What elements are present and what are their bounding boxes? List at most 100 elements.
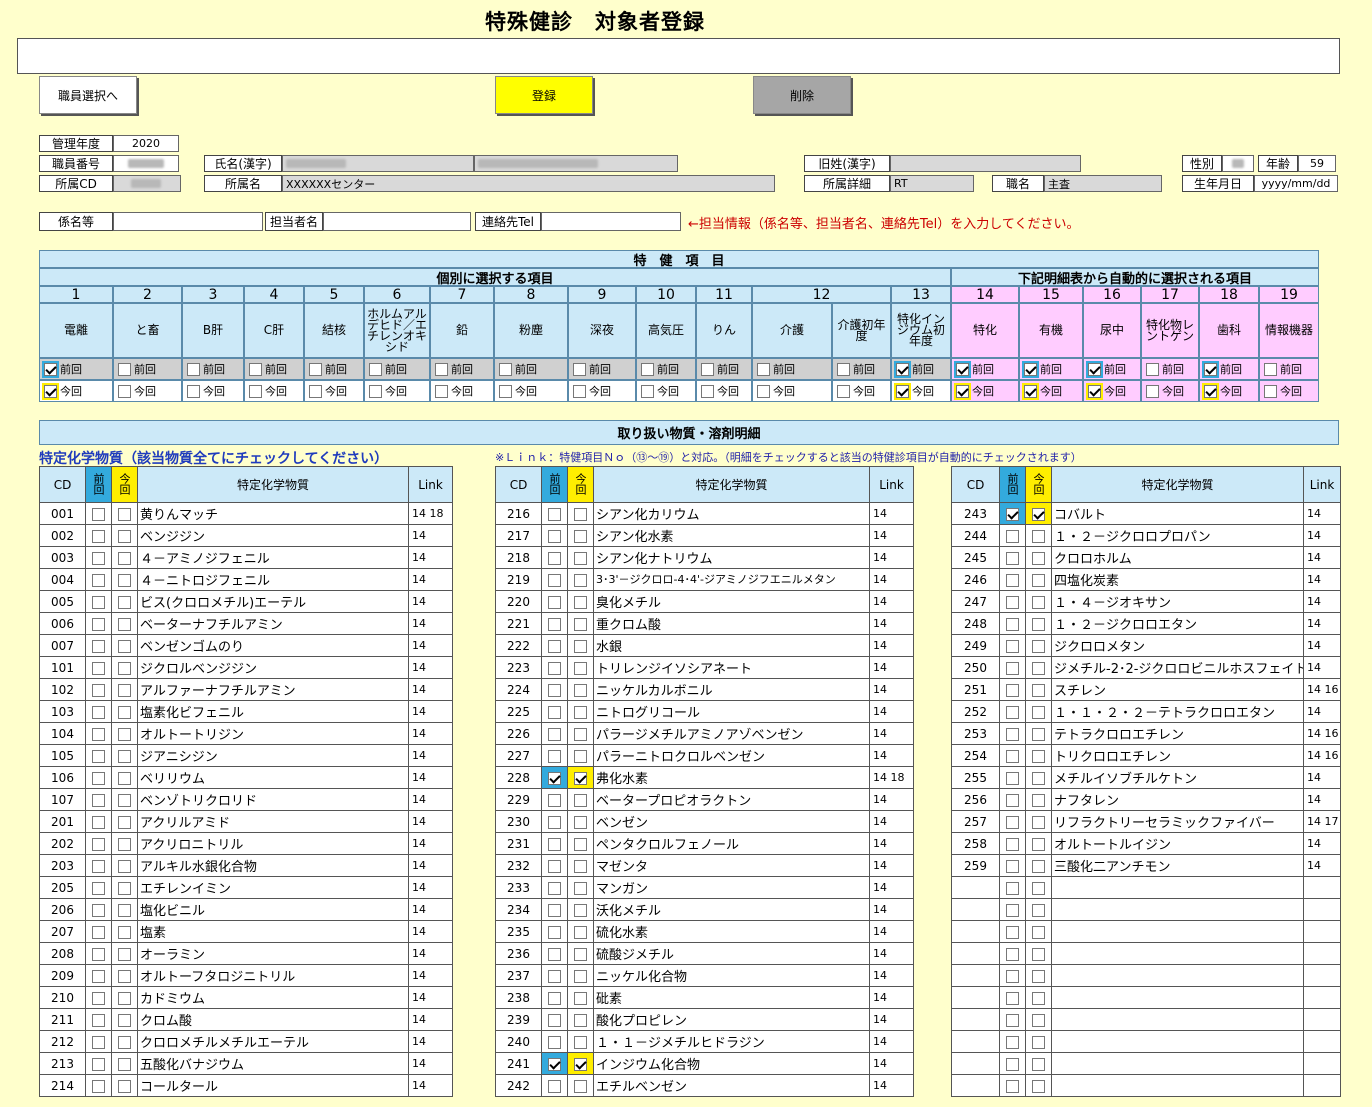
checkbox-icon[interactable] bbox=[92, 705, 105, 719]
checkbox-icon[interactable] bbox=[1006, 793, 1019, 807]
checkbox-icon[interactable] bbox=[574, 991, 587, 1005]
checkbox-icon[interactable] bbox=[548, 793, 561, 807]
checkbox-icon[interactable] bbox=[1088, 362, 1101, 376]
substance-cur-checkbox[interactable] bbox=[111, 1008, 138, 1031]
checkbox-icon[interactable] bbox=[92, 1057, 105, 1071]
substance-cur-checkbox[interactable] bbox=[111, 1052, 138, 1075]
checkbox-icon[interactable] bbox=[574, 705, 587, 719]
checkbox-icon[interactable] bbox=[1006, 661, 1019, 675]
substance-prev-checkbox[interactable] bbox=[541, 678, 568, 701]
substance-prev-checkbox[interactable] bbox=[999, 1052, 1026, 1075]
checkbox-icon[interactable] bbox=[641, 384, 654, 398]
substance-cur-checkbox[interactable] bbox=[1025, 502, 1052, 525]
checkbox-icon[interactable] bbox=[369, 362, 382, 376]
substance-cur-checkbox[interactable] bbox=[567, 876, 594, 899]
checkbox-icon[interactable] bbox=[574, 771, 587, 785]
checkbox-icon[interactable] bbox=[92, 727, 105, 741]
substance-prev-checkbox[interactable] bbox=[85, 1052, 112, 1075]
checkbox-icon[interactable] bbox=[1006, 529, 1019, 543]
checkbox-icon[interactable] bbox=[369, 384, 382, 398]
substance-prev-checkbox[interactable] bbox=[999, 810, 1026, 833]
substance-cur-checkbox[interactable] bbox=[111, 656, 138, 679]
checkbox-icon[interactable] bbox=[1032, 683, 1045, 697]
checkbox-icon[interactable] bbox=[1032, 903, 1045, 917]
substance-prev-checkbox[interactable] bbox=[85, 832, 112, 855]
checkbox-icon[interactable] bbox=[1032, 947, 1045, 961]
checkbox-icon[interactable] bbox=[44, 384, 57, 398]
checkbox-icon[interactable] bbox=[118, 1035, 131, 1049]
checkbox-icon[interactable] bbox=[92, 815, 105, 829]
substance-cur-checkbox[interactable] bbox=[111, 876, 138, 899]
checkbox-icon[interactable] bbox=[548, 1057, 561, 1071]
substance-prev-checkbox[interactable] bbox=[85, 524, 112, 547]
substance-cur-checkbox[interactable] bbox=[111, 568, 138, 591]
substance-cur-checkbox[interactable] bbox=[567, 810, 594, 833]
checkbox-icon[interactable] bbox=[573, 384, 586, 398]
substance-cur-checkbox[interactable] bbox=[1025, 1008, 1052, 1031]
checkbox-icon[interactable] bbox=[1032, 815, 1045, 829]
substance-prev-checkbox[interactable] bbox=[999, 744, 1026, 767]
tokken-prev-12a[interactable]: 前回 bbox=[752, 358, 832, 380]
checkbox-icon[interactable] bbox=[1032, 705, 1045, 719]
checkbox-icon[interactable] bbox=[92, 1035, 105, 1049]
substance-cur-checkbox[interactable] bbox=[567, 546, 594, 569]
checkbox-icon[interactable] bbox=[118, 683, 131, 697]
substance-prev-checkbox[interactable] bbox=[85, 810, 112, 833]
substance-prev-checkbox[interactable] bbox=[541, 568, 568, 591]
substance-cur-checkbox[interactable] bbox=[111, 832, 138, 855]
checkbox-icon[interactable] bbox=[118, 1079, 131, 1093]
tokken-cur-18[interactable]: 今回 bbox=[1199, 380, 1259, 402]
substance-prev-checkbox[interactable] bbox=[999, 722, 1026, 745]
checkbox-icon[interactable] bbox=[309, 384, 322, 398]
tokken-cur-5[interactable]: 今回 bbox=[304, 380, 364, 402]
checkbox-icon[interactable] bbox=[548, 1079, 561, 1093]
checkbox-icon[interactable] bbox=[92, 639, 105, 653]
substance-cur-checkbox[interactable] bbox=[567, 854, 594, 877]
checkbox-icon[interactable] bbox=[1006, 705, 1019, 719]
checkbox-icon[interactable] bbox=[1006, 815, 1019, 829]
checkbox-icon[interactable] bbox=[548, 881, 561, 895]
checkbox-icon[interactable] bbox=[1032, 595, 1045, 609]
checkbox-icon[interactable] bbox=[1006, 1057, 1019, 1071]
checkbox-icon[interactable] bbox=[548, 617, 561, 631]
substance-prev-checkbox[interactable] bbox=[541, 524, 568, 547]
register-button[interactable]: 登録 bbox=[495, 76, 593, 114]
substance-cur-checkbox[interactable] bbox=[567, 612, 594, 635]
checkbox-icon[interactable] bbox=[548, 595, 561, 609]
checkbox-icon[interactable] bbox=[92, 595, 105, 609]
tokken-cur-9[interactable]: 今回 bbox=[568, 380, 636, 402]
tokken-cur-19[interactable]: 今回 bbox=[1259, 380, 1319, 402]
checkbox-icon[interactable] bbox=[574, 925, 587, 939]
checkbox-icon[interactable] bbox=[92, 991, 105, 1005]
checkbox-icon[interactable] bbox=[757, 384, 770, 398]
checkbox-icon[interactable] bbox=[548, 1013, 561, 1027]
substance-cur-checkbox[interactable] bbox=[1025, 832, 1052, 855]
checkbox-icon[interactable] bbox=[1006, 969, 1019, 983]
checkbox-icon[interactable] bbox=[1006, 727, 1019, 741]
substance-prev-checkbox[interactable] bbox=[541, 1030, 568, 1053]
substance-prev-checkbox[interactable] bbox=[85, 876, 112, 899]
substance-cur-checkbox[interactable] bbox=[111, 920, 138, 943]
checkbox-icon[interactable] bbox=[574, 969, 587, 983]
substance-prev-checkbox[interactable] bbox=[999, 634, 1026, 657]
checkbox-icon[interactable] bbox=[1032, 1035, 1045, 1049]
tokken-cur-8[interactable]: 今回 bbox=[494, 380, 568, 402]
checkbox-icon[interactable] bbox=[573, 362, 586, 376]
checkbox-icon[interactable] bbox=[1032, 881, 1045, 895]
checkbox-icon[interactable] bbox=[435, 362, 448, 376]
substance-cur-checkbox[interactable] bbox=[567, 1074, 594, 1097]
checkbox-icon[interactable] bbox=[574, 529, 587, 543]
substance-cur-checkbox[interactable] bbox=[567, 1052, 594, 1075]
substance-prev-checkbox[interactable] bbox=[85, 722, 112, 745]
checkbox-icon[interactable] bbox=[1006, 507, 1019, 521]
substance-prev-checkbox[interactable] bbox=[999, 788, 1026, 811]
checkbox-icon[interactable] bbox=[92, 793, 105, 807]
checkbox-icon[interactable] bbox=[92, 947, 105, 961]
substance-prev-checkbox[interactable] bbox=[85, 964, 112, 987]
checkbox-icon[interactable] bbox=[92, 859, 105, 873]
checkbox-icon[interactable] bbox=[92, 1079, 105, 1093]
tokken-prev-7[interactable]: 前回 bbox=[430, 358, 494, 380]
substance-cur-checkbox[interactable] bbox=[1025, 876, 1052, 899]
substance-prev-checkbox[interactable] bbox=[999, 832, 1026, 855]
checkbox-icon[interactable] bbox=[187, 384, 200, 398]
